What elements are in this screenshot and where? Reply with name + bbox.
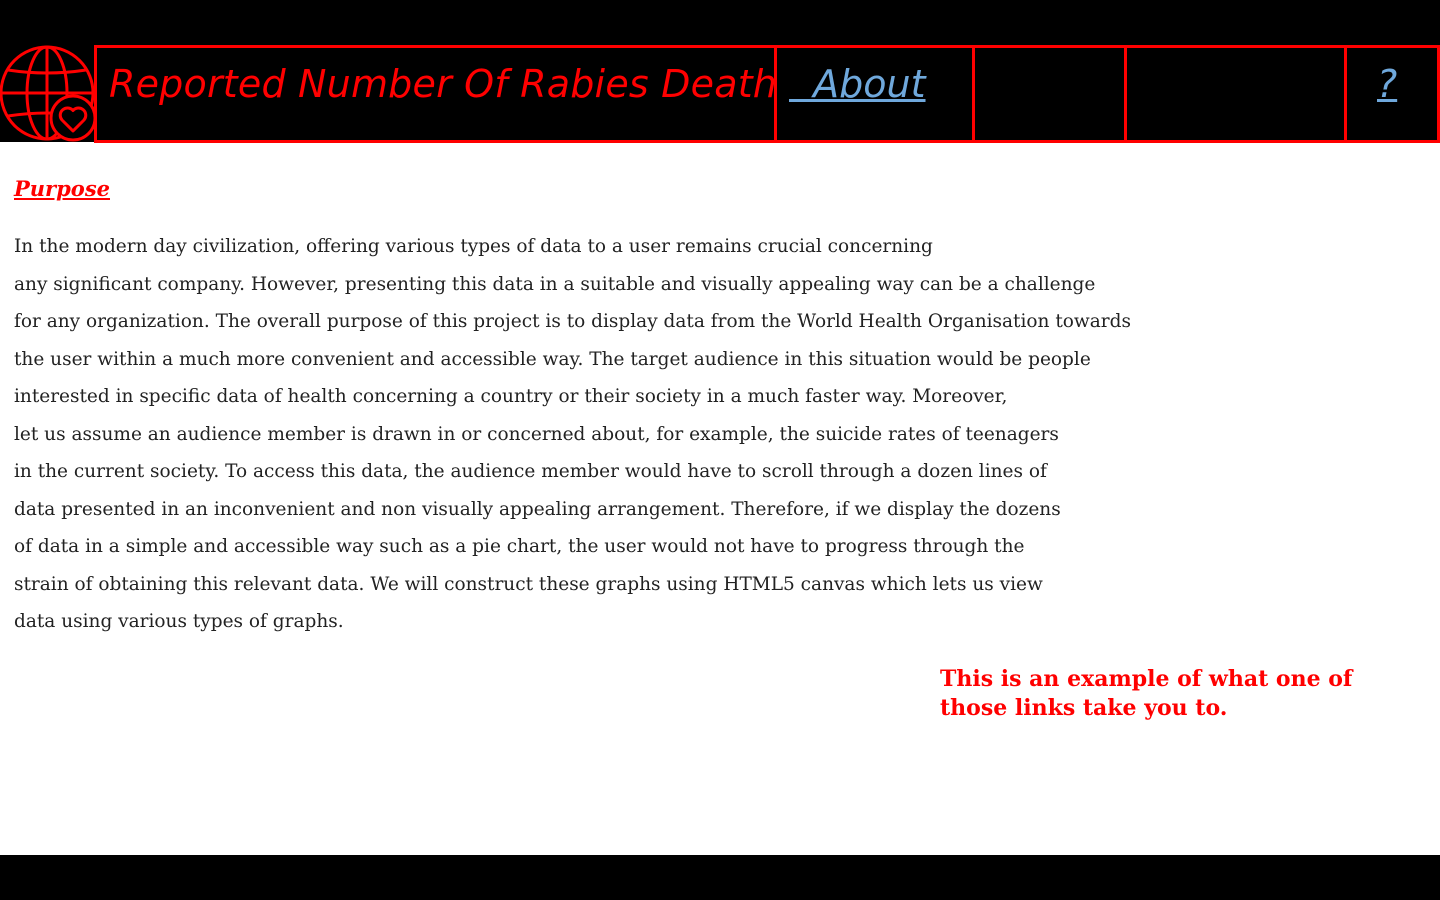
site-title: Reported Number Of Rabies Deaths [109, 62, 798, 106]
top-black-bar [0, 0, 1440, 44]
paragraph-line: data presented in an inconvenient and no… [14, 498, 1061, 520]
paragraph-line: any significant company. However, presen… [14, 273, 1096, 295]
paragraph-line: let us assume an audience member is draw… [14, 423, 1059, 445]
nav-cell-empty-1 [972, 45, 1128, 143]
paragraph-line: strain of obtaining this relevant data. … [14, 573, 1043, 595]
about-link[interactable]: About [789, 62, 925, 106]
purpose-paragraph: In the modern day civilization, offering… [14, 228, 1214, 641]
nav-cell-empty-2 [1124, 45, 1348, 143]
paragraph-line: of data in a simple and accessible way s… [14, 536, 1025, 557]
nav-cell-about: About [774, 45, 976, 143]
site-header: Reported Number Of Rabies Deaths About ? [0, 44, 1440, 143]
globe-heart-icon[interactable] [0, 44, 97, 142]
help-link[interactable]: ? [1377, 62, 1397, 106]
bottom-black-bar [0, 855, 1440, 900]
paragraph-line: in the current society. To access this d… [14, 461, 1047, 482]
title-cell: Reported Number Of Rabies Deaths [94, 45, 797, 143]
paragraph-line: for any organization. The overall purpos… [14, 311, 1131, 332]
paragraph-line: In the modern day civilization, offering… [14, 236, 933, 257]
paragraph-line: the user within a much more convenient a… [14, 348, 1091, 370]
example-note: This is an example of what one of those … [940, 666, 1353, 721]
paragraph-line: data using various types of graphs. [14, 611, 344, 632]
nav-cell-help: ? [1344, 45, 1440, 143]
purpose-heading: Purpose [14, 176, 110, 201]
paragraph-line: interested in specific data of health co… [14, 386, 1008, 407]
